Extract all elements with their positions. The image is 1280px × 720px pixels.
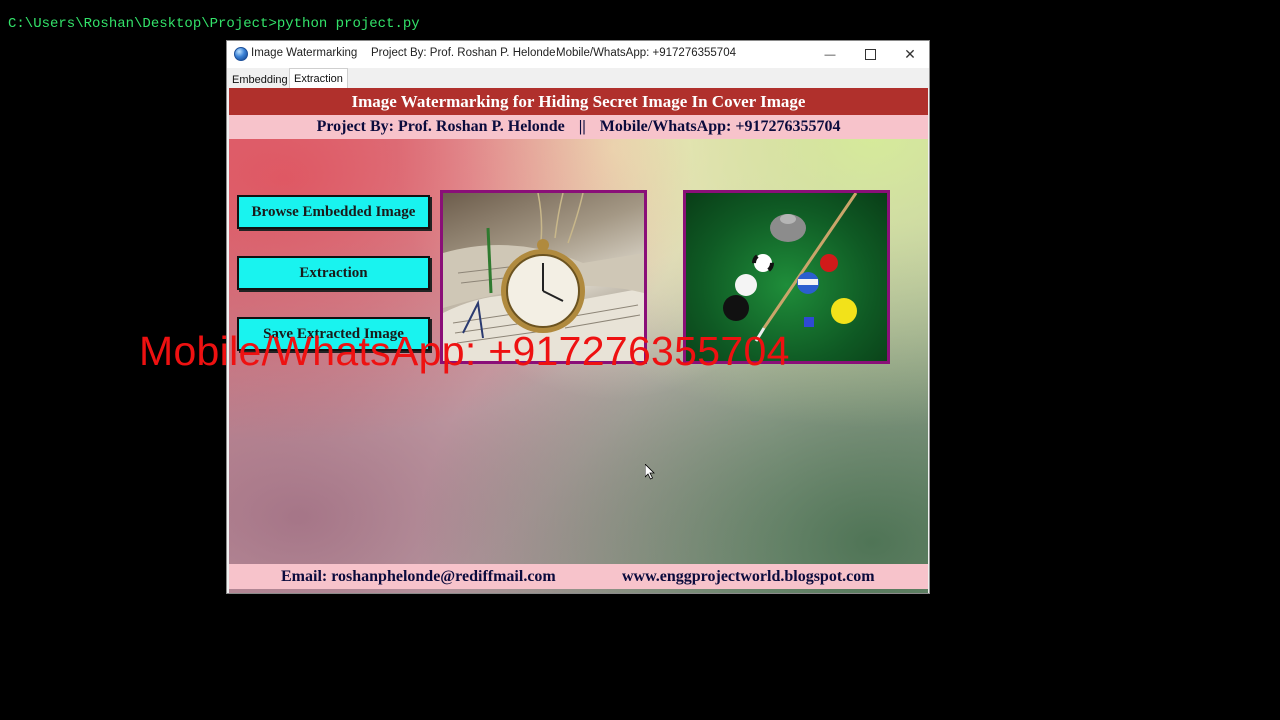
maximize-button[interactable] (850, 41, 890, 68)
tab-bar: Embedding Extraction (227, 68, 929, 88)
window-title: Image Watermarking (251, 47, 358, 59)
maximize-icon (864, 49, 876, 60)
extraction-button[interactable]: Extraction (237, 256, 430, 290)
watermark-overlay-text: Mobile/WhatsApp: +917276355704 (139, 328, 790, 374)
page-title: Image Watermarking for Hiding Secret Ima… (229, 88, 928, 115)
window-mobile: Mobile/WhatsApp: +917276355704 (556, 47, 736, 59)
project-info-bar: Project By: Prof. Roshan P. Helonde || Mob… (229, 115, 928, 139)
browse-embedded-image-button[interactable]: Browse Embedded Image (237, 195, 430, 229)
app-window: Image Watermarking Project By: Prof. Ros… (226, 40, 930, 594)
window-project-by: Project By: Prof. Roshan P. Helonde (371, 47, 556, 59)
close-icon: ✕ (904, 46, 916, 62)
tab-embedding[interactable]: Embedding (228, 72, 292, 89)
footer-email: Email: roshanphelonde@rediffmail.com (281, 568, 556, 585)
console-command: C:\Users\Roshan\Desktop\Project>python p… (8, 16, 420, 32)
minimize-icon: — (824, 48, 836, 61)
minimize-button[interactable]: — (810, 41, 850, 68)
app-globe-icon (234, 47, 248, 61)
mouse-cursor-icon (645, 464, 655, 480)
separator: || (578, 118, 586, 135)
footer-bar: Email: roshanphelonde@rediffmail.com www… (229, 564, 928, 589)
close-button[interactable]: ✕ (890, 41, 930, 68)
tab-extraction[interactable]: Extraction (289, 68, 348, 88)
project-by-label: Project By: Prof. Roshan P. Helonde (316, 118, 565, 135)
mobile-label: Mobile/WhatsApp: +917276355704 (599, 118, 841, 135)
footer-website: www.enggprojectworld.blogspot.com (622, 568, 875, 585)
title-bar[interactable]: Image Watermarking Project By: Prof. Ros… (227, 41, 929, 68)
